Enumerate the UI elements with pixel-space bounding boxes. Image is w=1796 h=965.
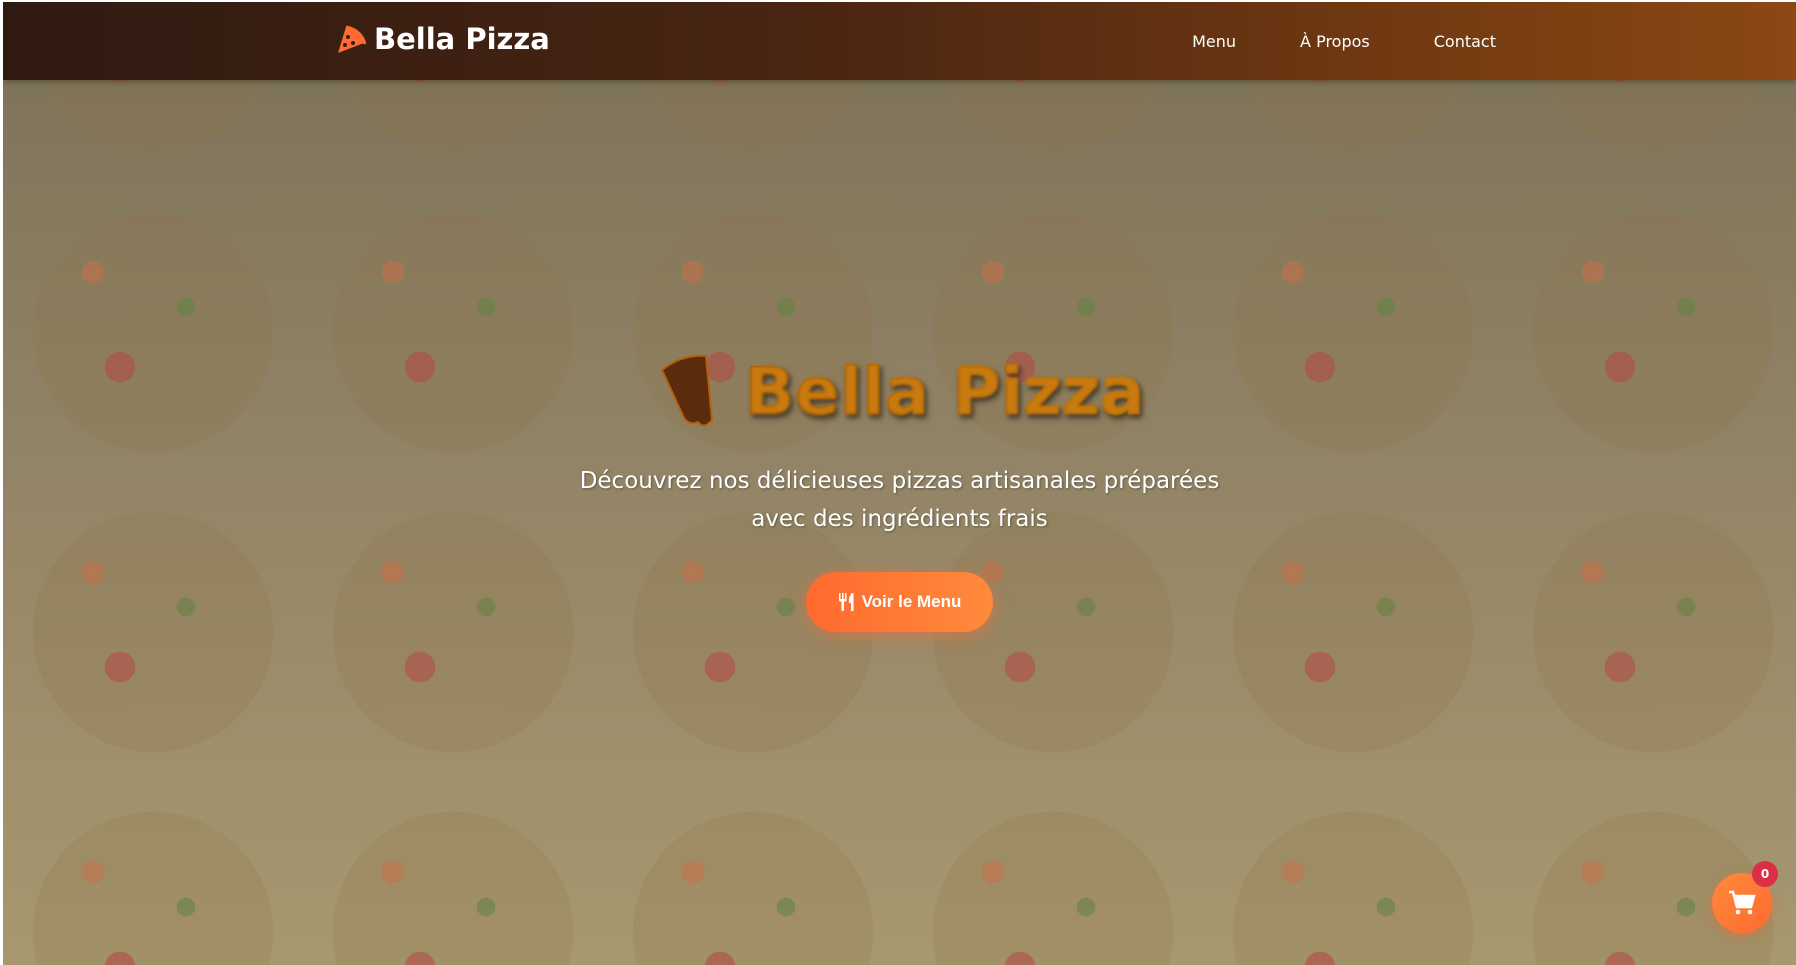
cart-button[interactable]: 0: [1712, 861, 1778, 933]
nav-link-contact[interactable]: Contact: [1434, 32, 1496, 51]
cart-count-badge: 0: [1752, 861, 1778, 887]
utensils-icon: [838, 593, 854, 611]
hero-title-text: Bella Pizza: [744, 352, 1145, 430]
brand-logo[interactable]: Bella Pizza: [334, 22, 550, 56]
brand-name: Bella Pizza: [374, 22, 550, 56]
nav-link-about[interactable]: À Propos: [1300, 32, 1370, 51]
hero-section: Bella Pizza Découvrez nos délicieuses pi…: [3, 352, 1796, 632]
hero-title: Bella Pizza: [654, 352, 1145, 430]
pizza-slice-icon: [661, 354, 714, 427]
nav-link-menu[interactable]: Menu: [1192, 32, 1236, 51]
shopping-cart-icon: [1729, 890, 1756, 915]
hero-subtitle: Découvrez nos délicieuses pizzas artisan…: [579, 468, 1220, 532]
navbar: Bella Pizza Menu À Propos Contact: [3, 2, 1796, 80]
pizza-slice-icon: [338, 25, 366, 53]
page: Bella Pizza Menu À Propos Contact Bella …: [3, 2, 1796, 965]
view-menu-label: Voir le Menu: [861, 592, 962, 611]
view-menu-button[interactable]: Voir le Menu: [805, 572, 994, 632]
